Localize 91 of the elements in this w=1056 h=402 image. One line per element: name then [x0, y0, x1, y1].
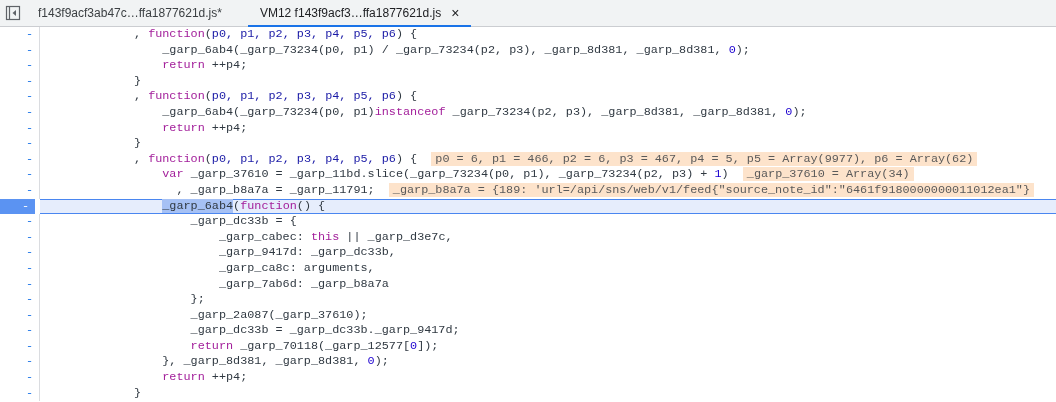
code-text: ]); [417, 338, 439, 353]
code-number: 0 [785, 104, 793, 119]
code-text: , [133, 151, 143, 166]
code-text: , [133, 89, 143, 104]
code-text: _garp_9417d: _garp_dc33b, [218, 245, 396, 260]
code-text: ++p4; [211, 58, 248, 73]
code-number: 0 [728, 42, 736, 57]
code-text: || _garp_d3e7c, [346, 229, 453, 244]
code-text: ( [204, 151, 212, 166]
line-marker[interactable]: - [25, 276, 35, 293]
code-keyword: function [148, 27, 205, 41]
code-text: _garp_70118(_garp_12577[ [240, 338, 411, 353]
code-text: ++p4; [211, 120, 248, 135]
code-keyword: function [240, 198, 297, 213]
code-text: ) { [395, 27, 418, 41]
code-text: ); [374, 354, 389, 369]
code-parameters: p0, p1, p2, p3, p4, p5, p6 [211, 151, 396, 166]
line-marker[interactable]: - [25, 370, 35, 386]
code-text: _garp_6ab4(_garp_73234(p0, p1) / _garp_73234(p2, p3), _garp_8d381, _garp_8d381, [162, 42, 723, 57]
code-parameters: p0, p1, p2, p3, p4, p5, p6 [211, 27, 396, 41]
line-marker[interactable]: - [25, 338, 35, 355]
code-text: _garp_dc33b = _garp_dc33b._garp_9417d; [190, 323, 460, 338]
line-marker[interactable]: - [25, 136, 35, 152]
code-text: () { [296, 198, 326, 213]
code-text: ) { [395, 89, 418, 104]
line-marker[interactable]: - [25, 182, 35, 199]
selected-text: _garp_6ab4 [162, 198, 234, 213]
code-text: , [133, 27, 143, 41]
line-marker[interactable]: - [25, 385, 35, 402]
line-marker[interactable]: - [25, 42, 35, 59]
line-marker[interactable]: - [25, 307, 35, 324]
file-tab[interactable]: VM12 f143f9acf3…ffa1877621d.js × [247, 0, 472, 27]
code-keyword: return [190, 338, 234, 353]
code-text: _garp_2a087(_garp_37610); [190, 307, 368, 322]
code-text: _garp_6ab4(_garp_73234(p0, p1) [162, 104, 375, 119]
code-keyword: var [162, 167, 184, 182]
code-text: } [133, 385, 142, 400]
tab-label: VM12 f143f9acf3…ffa1877621d.js [259, 5, 442, 20]
code-text: , _garp_b8a7a = _garp_11791; [176, 182, 376, 197]
code-keyword: function [148, 89, 205, 104]
line-marker[interactable]: - [25, 58, 35, 74]
line-marker[interactable]: - [25, 214, 35, 230]
code-text: ( [204, 27, 212, 41]
code-keyword: return [162, 120, 205, 135]
inline-value: p0 = 6, p1 = 466, p2 = 6, p3 = 467, p4 = 5, p5 = Array(9977), p6 = Array(62) [431, 151, 978, 166]
line-marker[interactable]: - [25, 229, 35, 246]
code-text: ); [792, 104, 807, 119]
code-keyword: return [162, 58, 205, 73]
line-marker[interactable]: - [25, 323, 35, 339]
code-text: ++p4; [211, 370, 248, 385]
line-marker[interactable]: - [25, 292, 35, 308]
code-text: }; [190, 292, 205, 307]
code-text: ) [721, 167, 730, 182]
code-number: 1 [714, 167, 722, 182]
line-marker[interactable]: - [25, 73, 35, 90]
code-keyword: this [310, 229, 340, 244]
panel-toggle-icon [5, 5, 21, 21]
code-text: _garp_7ab6d: _garp_b8a7a [218, 276, 389, 291]
code-text: }, _garp_8d381, _garp_8d381, [162, 354, 362, 369]
line-marker[interactable]: - [25, 151, 35, 168]
close-icon[interactable]: × [451, 4, 460, 21]
code-keyword: instanceof [374, 104, 446, 119]
line-marker[interactable]: - [25, 104, 35, 121]
code-text: } [133, 73, 142, 88]
code-parameters: p0, p1, p2, p3, p4, p5, p6 [211, 89, 396, 104]
execution-marker[interactable]: - [0, 198, 35, 215]
inline-value: _garp_37610 = Array(34) [742, 167, 914, 182]
line-marker[interactable]: - [25, 27, 35, 43]
code-text: ); [735, 42, 750, 57]
line-marker[interactable]: - [25, 245, 35, 261]
line-marker[interactable]: - [25, 354, 35, 371]
file-tab[interactable]: f143f9acf3ab47c…ffa1877621d.js* [34, 0, 234, 27]
code-text: ( [233, 198, 241, 213]
line-marker[interactable]: - [25, 260, 35, 277]
code-keyword: return [162, 370, 205, 385]
line-marker[interactable]: - [25, 89, 35, 105]
code-text: ( [204, 89, 212, 104]
tab-label: f143f9acf3ab47c…ffa1877621d.js* [38, 5, 222, 20]
code-text: _garp_dc33b = { [190, 214, 297, 229]
code-text: _garp_cabec: [218, 229, 305, 244]
code-text: } [133, 136, 142, 151]
inline-value: _garp_b8a7a = {189: 'url=/api/sns/web/v1/feed{"source_note_id":"6461f9180000000011012ea1"} [388, 182, 1034, 197]
line-marker[interactable]: - [25, 167, 35, 183]
code-number: 0 [367, 354, 375, 369]
line-marker[interactable]: - [25, 120, 35, 137]
code-number: 0 [410, 338, 418, 353]
code-keyword: function [148, 151, 205, 166]
code-text: ) { [395, 151, 419, 166]
code-text: _garp_37610 = _garp_11bd.slice(_garp_73234(p0, p1), _garp_73234(p2, p3) + [190, 167, 709, 182]
code-text: _garp_73234(p2, p3), _garp_8d381, _garp_8d381, [452, 104, 780, 119]
code-text: _garp_ca8c: arguments, [218, 260, 375, 275]
